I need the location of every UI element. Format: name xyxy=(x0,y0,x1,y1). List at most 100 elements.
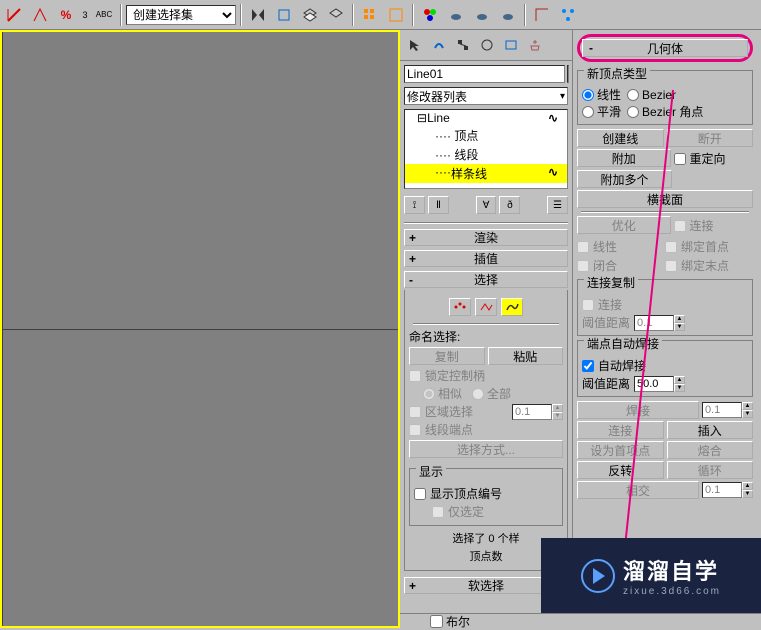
fuse-button[interactable]: 熔合 xyxy=(667,441,754,459)
display-group-label: 显示 xyxy=(416,465,446,479)
teapot1-icon[interactable] xyxy=(444,3,468,27)
tool-snap-percent-icon[interactable]: % xyxy=(54,3,78,27)
spinner-label-3: 3 xyxy=(80,10,90,20)
show-end-result-icon[interactable]: Ⅱ xyxy=(428,196,449,214)
copy-named-sel-button[interactable]: 复制 xyxy=(409,347,485,365)
modifier-stack[interactable]: ⊟ Line ···· 顶点 ···· 线段 ···· 样条线 xyxy=(404,109,568,189)
motion-tab-icon[interactable] xyxy=(476,34,498,56)
stack-root-line[interactable]: ⊟ Line xyxy=(405,110,567,126)
end-auto-weld-label: 端点自动焊接 xyxy=(584,337,662,351)
grid-large-icon[interactable] xyxy=(384,3,408,27)
connect-threshold-label: 阈值距离 xyxy=(582,314,630,331)
teapot2-icon[interactable] xyxy=(470,3,494,27)
attach-mult-button[interactable]: 附加多个 xyxy=(577,170,672,188)
linear-radio[interactable]: 线性 xyxy=(582,86,621,103)
bezier-corner-radio[interactable]: Bezier 角点 xyxy=(627,103,703,120)
cross-insert-button[interactable]: 相交 xyxy=(577,481,699,499)
area-selection-checkbox xyxy=(409,406,421,418)
named-selection-label: 命名选择: xyxy=(409,328,563,345)
selection-status-1: 选择了 0 个样 xyxy=(409,530,563,546)
viewport[interactable] xyxy=(0,30,400,628)
modify-tab-icon[interactable] xyxy=(428,34,450,56)
make-unique-icon[interactable]: ∀ xyxy=(476,196,497,214)
toolbar-separator xyxy=(240,4,242,26)
vertex-subobj-icon[interactable] xyxy=(449,298,471,316)
material-icon[interactable] xyxy=(418,3,442,27)
teapot3-icon[interactable] xyxy=(496,3,520,27)
utilities-tab-icon[interactable] xyxy=(524,34,546,56)
stack-controls: ⟟ Ⅱ ∀ ð ☰ xyxy=(404,193,568,217)
display-tab-icon[interactable] xyxy=(500,34,522,56)
weld-value-spinner: 0.1▲▼ xyxy=(702,401,753,419)
insert-button[interactable]: 插入 xyxy=(667,421,754,439)
watermark-overlay: 溜溜自学 zixue.3d66.com xyxy=(541,538,761,613)
auto-weld-checkbox[interactable]: 自动焊接 xyxy=(582,357,748,374)
grid-small-icon[interactable] xyxy=(358,3,382,27)
selection-rollout[interactable]: -选择 xyxy=(404,271,568,288)
bind-last-checkbox: 绑定末点 xyxy=(665,257,753,274)
watermark-title: 溜溜自学 xyxy=(623,554,721,586)
align-icon[interactable] xyxy=(272,3,296,27)
show-vertex-numbers-checkbox[interactable]: 显示顶点编号 xyxy=(414,485,558,502)
break-button[interactable]: 断开 xyxy=(667,129,754,147)
area-selection-spinner: 0.1 ▲▼ xyxy=(512,404,563,420)
stack-vertex[interactable]: ···· 顶点 xyxy=(405,126,567,145)
schematic-icon[interactable] xyxy=(556,3,580,27)
rendering-rollout[interactable]: +渲染 xyxy=(404,229,568,246)
cycle-button[interactable]: 循环 xyxy=(667,461,754,479)
reverse-button[interactable]: 反转 xyxy=(577,461,664,479)
geometry-rollout-highlighted[interactable]: - 几何体 xyxy=(577,34,753,62)
connect-button[interactable]: 连接 xyxy=(577,421,664,439)
layers-icon[interactable] xyxy=(298,3,322,27)
modifier-list-dropdown[interactable]: 修改器列表 xyxy=(404,87,568,105)
toolbar-separator xyxy=(120,4,122,26)
command-panel-tabs xyxy=(400,30,572,61)
watermark-url: zixue.3d66.com xyxy=(623,586,721,597)
reorient-checkbox[interactable]: 重定向 xyxy=(674,150,754,167)
attach-button[interactable]: 附加 xyxy=(577,149,671,167)
closed-checkbox: 闭合 xyxy=(577,257,665,274)
connect-copy-label: 连接复制 xyxy=(584,276,638,290)
pin-stack-icon[interactable]: ⟟ xyxy=(404,196,425,214)
bind-first-checkbox: 绑定首点 xyxy=(665,238,753,255)
cursor-icon[interactable] xyxy=(404,34,426,56)
handle-all-radio: 全部 xyxy=(472,385,511,402)
remove-mod-icon[interactable]: ð xyxy=(499,196,520,214)
boolean-checkbox[interactable]: 布尔 xyxy=(430,613,470,630)
connect-refine-checkbox: 连接 xyxy=(674,217,754,234)
smooth-radio[interactable]: 平滑 xyxy=(582,103,621,120)
cross-section-button[interactable]: 横截面 xyxy=(577,190,753,208)
paste-named-sel-button[interactable]: 粘贴 xyxy=(488,347,564,365)
interpolation-rollout[interactable]: +插值 xyxy=(404,250,568,267)
geometry-rollout-label: 几何体 xyxy=(647,40,683,57)
object-name-input[interactable] xyxy=(404,65,565,83)
create-line-button[interactable]: 创建线 xyxy=(577,129,664,147)
selection-rollout-body: 命名选择: 复制 粘贴 锁定控制柄 相似 全部 区域选择 xyxy=(404,290,568,571)
lock-handles-checkbox: 锁定控制柄 xyxy=(409,367,563,384)
tool-abc-icon[interactable]: ABC xyxy=(92,3,116,27)
mirror-icon[interactable] xyxy=(246,3,270,27)
tool-axis-icon[interactable] xyxy=(2,3,26,27)
curve-editor-icon[interactable] xyxy=(530,3,554,27)
selection-set-dropdown[interactable]: 创建选择集 xyxy=(126,5,236,25)
layers2-icon[interactable] xyxy=(324,3,348,27)
stack-segment[interactable]: ···· 线段 xyxy=(405,145,567,164)
stack-spline-selected[interactable]: ···· 样条线 xyxy=(405,164,567,183)
connect-copy-checkbox: 连接 xyxy=(582,296,748,313)
segment-end-checkbox: 线段端点 xyxy=(409,421,563,438)
toolbar-separator xyxy=(412,4,414,26)
object-color-swatch[interactable] xyxy=(567,65,569,83)
bezier-radio[interactable]: Bezier xyxy=(627,86,676,103)
tool-angle-icon[interactable] xyxy=(28,3,52,27)
select-by-button[interactable]: 选择方式... xyxy=(409,440,563,458)
cross-value-spinner: 0.1▲▼ xyxy=(702,481,753,499)
configure-sets-icon[interactable]: ☰ xyxy=(547,196,568,214)
segment-subobj-icon[interactable] xyxy=(475,298,497,316)
viewport-axis-horizontal xyxy=(2,329,398,330)
divider xyxy=(404,222,568,224)
spline-subobj-icon[interactable] xyxy=(501,298,523,316)
top-toolbar: % 3 ABC 创建选择集 xyxy=(0,0,761,30)
make-first-button[interactable]: 设为首项点 xyxy=(577,441,664,459)
selected-only-checkbox: 仅选定 xyxy=(414,503,558,520)
hierarchy-tab-icon[interactable] xyxy=(452,34,474,56)
